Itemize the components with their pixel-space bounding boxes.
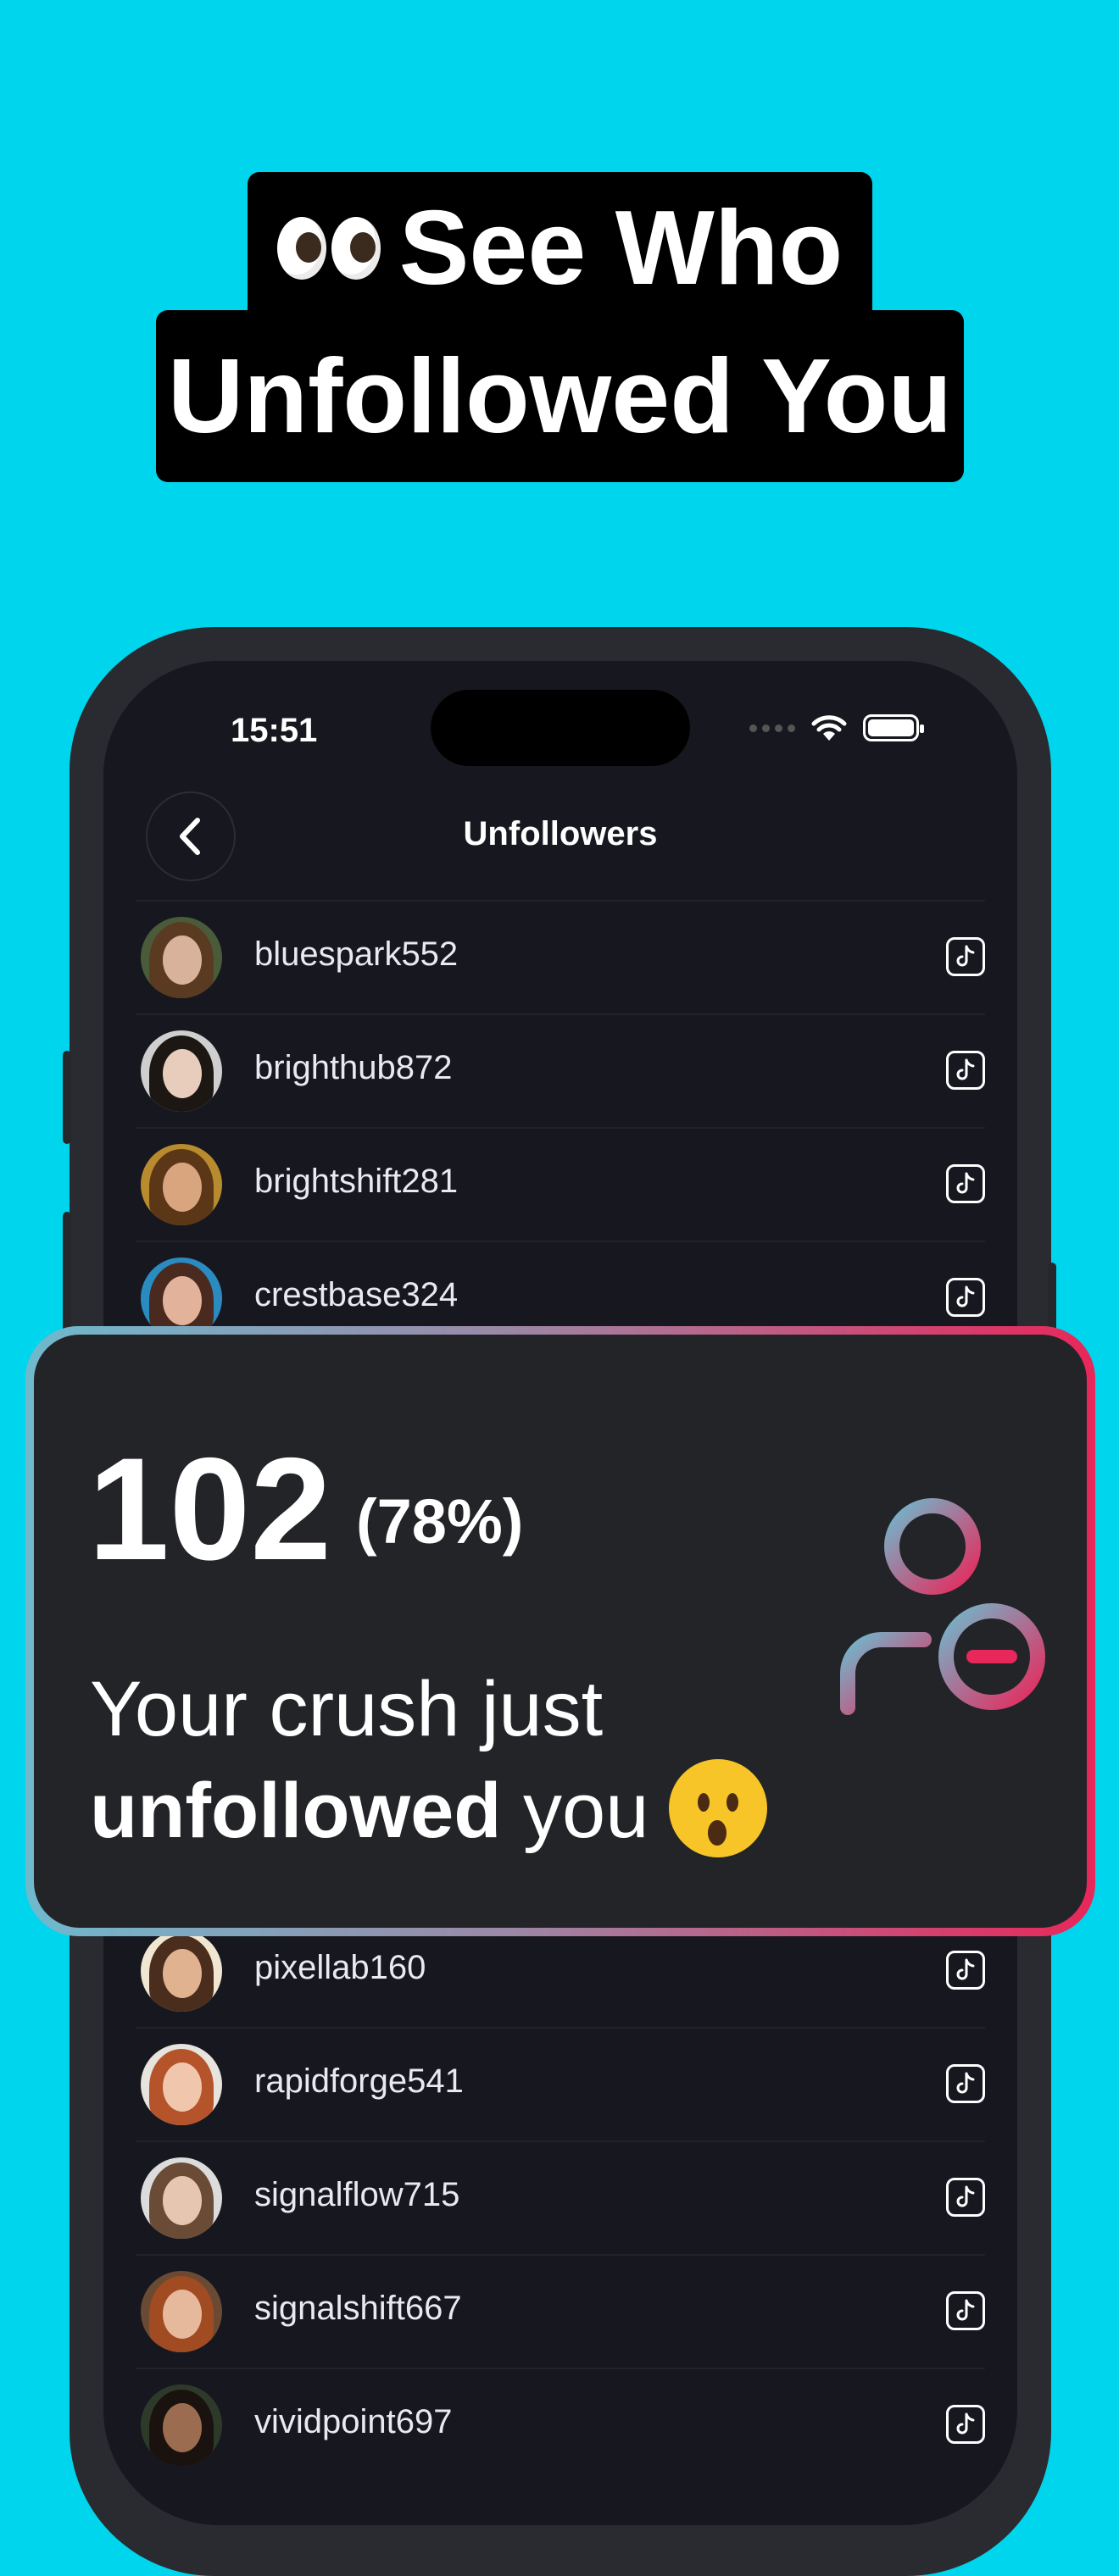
username: pixellab160 bbox=[254, 1949, 426, 1986]
avatar bbox=[141, 1930, 222, 2012]
tiktok-icon[interactable] bbox=[946, 1951, 985, 1990]
username: brighthub872 bbox=[254, 1049, 453, 1086]
avatar bbox=[141, 1144, 222, 1225]
tiktok-icon[interactable] bbox=[946, 937, 985, 976]
signal-dots-icon bbox=[749, 724, 795, 732]
username: signalflow715 bbox=[254, 2176, 460, 2213]
tiktok-icon[interactable] bbox=[946, 2405, 985, 2444]
avatar bbox=[141, 2157, 222, 2239]
headline: See Who Unfollowed You bbox=[0, 0, 1119, 508]
avatar bbox=[141, 1030, 222, 1112]
unfollow-percent: (78%) bbox=[356, 1486, 524, 1557]
status-icons bbox=[749, 713, 924, 742]
card-message-line-1: Your crush just bbox=[90, 1666, 604, 1752]
card-body: 102 (78%) Your crush just unfollowed you bbox=[34, 1335, 1087, 1928]
headline-text-2: Unfollowed You bbox=[167, 337, 953, 455]
unfollowers-list-bottom: pixellab160 rapidforge541 signalflow715 … bbox=[103, 1915, 1017, 2481]
tiktok-icon[interactable] bbox=[946, 1278, 985, 1317]
headline-line-2: Unfollowed You bbox=[156, 310, 964, 482]
tiktok-icon[interactable] bbox=[946, 2178, 985, 2217]
status-time: 15:51 bbox=[231, 712, 318, 749]
battery-icon bbox=[863, 714, 924, 741]
list-item[interactable]: bluespark552 bbox=[136, 900, 985, 1013]
tiktok-icon[interactable] bbox=[946, 2291, 985, 2330]
page-title: Unfollowers bbox=[463, 815, 658, 852]
eyes-emoji-icon bbox=[276, 217, 381, 280]
list-item[interactable]: brighthub872 bbox=[136, 1013, 985, 1127]
headline-text-1: See Who bbox=[398, 190, 843, 307]
dynamic-island bbox=[431, 690, 690, 766]
username: crestbase324 bbox=[254, 1276, 459, 1313]
nav-bar: Unfollowers bbox=[103, 788, 1017, 881]
username: signalshift667 bbox=[254, 2290, 462, 2327]
list-item[interactable]: signalflow715 bbox=[136, 2140, 985, 2254]
unfollow-stats-card: 102 (78%) Your crush just unfollowed you bbox=[25, 1326, 1095, 1936]
user-remove-icon bbox=[840, 1498, 1045, 1715]
headline-line-1: See Who bbox=[248, 172, 872, 325]
phone-side-button bbox=[63, 1051, 71, 1144]
list-item[interactable]: rapidforge541 bbox=[136, 2027, 985, 2140]
list-item[interactable]: brightshift281 bbox=[136, 1127, 985, 1241]
avatar bbox=[141, 2271, 222, 2352]
unfollowers-list-top: bluespark552 brighthub872 brightshift281… bbox=[103, 900, 1017, 1354]
unfollow-count: 102 bbox=[88, 1428, 331, 1591]
avatar bbox=[141, 2384, 222, 2466]
list-item[interactable]: signalshift667 bbox=[136, 2254, 985, 2368]
tiktok-icon[interactable] bbox=[946, 1051, 985, 1090]
username: rapidforge541 bbox=[254, 2062, 464, 2100]
tiktok-icon[interactable] bbox=[946, 1164, 985, 1203]
username: brightshift281 bbox=[254, 1163, 459, 1200]
avatar bbox=[141, 917, 222, 998]
wifi-icon bbox=[811, 715, 847, 741]
card-message-rest: you bbox=[501, 1768, 649, 1854]
list-item[interactable]: vividpoint697 bbox=[136, 2368, 985, 2481]
card-message-bold: unfollowed bbox=[90, 1768, 502, 1854]
tiktok-icon[interactable] bbox=[946, 2064, 985, 2103]
username: bluespark552 bbox=[254, 935, 459, 973]
astonished-face-emoji-icon bbox=[669, 1758, 768, 1857]
avatar bbox=[141, 2044, 222, 2125]
username: vividpoint697 bbox=[254, 2403, 453, 2440]
card-message-line-2: unfollowed you bbox=[90, 1758, 768, 1857]
